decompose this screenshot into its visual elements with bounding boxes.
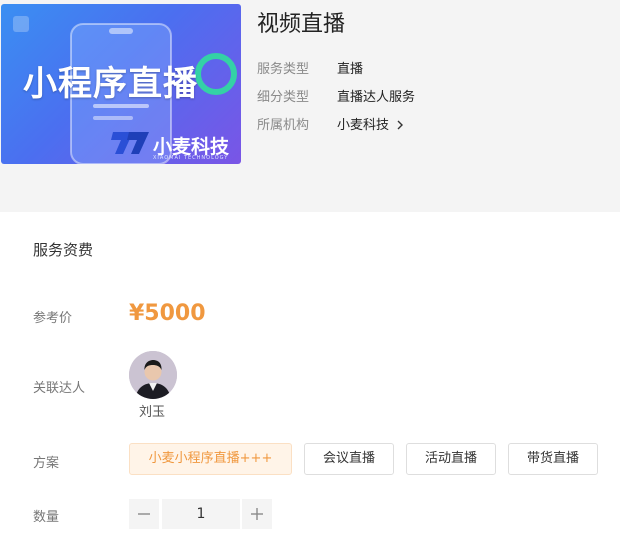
avatar-photo (129, 351, 177, 399)
meta-label: 所属机构 (257, 118, 310, 133)
quantity-label: 数量 (33, 510, 60, 525)
brand-logo: 小麦科技 XIAOMAI TECHNOLOGY (109, 130, 239, 161)
quantity-decrement-button[interactable] (129, 499, 159, 529)
meta-label: 服务类型 (257, 62, 310, 77)
meta-value: 直播达人服务 (337, 90, 416, 105)
product-header: 小程序直播 小麦科技 XIAOMAI TECHNOLOGY 视频直播 服务类型 … (0, 0, 620, 212)
price-label: 参考价 (33, 311, 73, 326)
plus-icon (251, 508, 263, 520)
meta-label: 细分类型 (257, 90, 310, 105)
plan-option-xiaomai[interactable]: 小麦小程序直播+++ (129, 443, 292, 475)
minus-icon (138, 513, 150, 515)
brand-mark-icon (111, 132, 149, 154)
talent-avatar[interactable] (129, 351, 177, 399)
quantity-input[interactable]: 1 (162, 499, 240, 529)
plan-option-event[interactable]: 活动直播 (406, 443, 496, 475)
product-banner-image: 小程序直播 小麦科技 XIAOMAI TECHNOLOGY (1, 4, 241, 164)
pricing-panel: 服务资费 参考价 ¥5000 关联达人 刘玉 方案 小麦小程序直播+++ 会议直… (0, 212, 620, 542)
reference-price: ¥5000 (129, 301, 206, 326)
plan-option-meeting[interactable]: 会议直播 (304, 443, 394, 475)
plan-option-sales[interactable]: 带货直播 (508, 443, 598, 475)
institution-link[interactable]: 小麦科技 (337, 114, 405, 133)
plan-label: 方案 (33, 456, 60, 471)
section-title: 服务资费 (33, 241, 94, 259)
meta-value: 直播 (337, 62, 364, 77)
chevron-right-icon (397, 120, 404, 130)
talent-label: 关联达人 (33, 381, 86, 396)
banner-title: 小程序直播 (23, 64, 198, 104)
quantity-increment-button[interactable] (242, 499, 272, 529)
talent-name: 刘玉 (139, 405, 166, 420)
institution-name: 小麦科技 (337, 118, 390, 133)
product-title: 视频直播 (257, 12, 346, 37)
brand-subtitle: XIAOMAI TECHNOLOGY (153, 155, 229, 161)
